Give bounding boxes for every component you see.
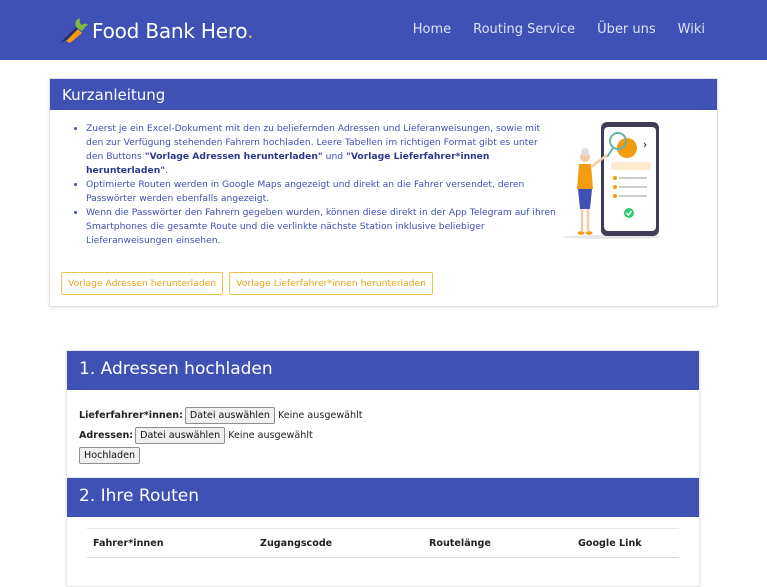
brand[interactable]: Food Bank Hero.	[58, 15, 254, 47]
addresses-label: Adressen:	[79, 430, 134, 441]
upload-title: 1. Adressen hochladen	[67, 351, 699, 390]
phone-search-illustration	[563, 122, 663, 239]
routes-table-header-row: Fahrer*innen Zugangscode Routelänge Goog…	[87, 528, 679, 558]
nav-link-routing-service[interactable]: Routing Service	[473, 22, 575, 37]
guide-item: Optimierte Routen werden in Google Maps …	[86, 178, 556, 206]
drivers-file-status: Keine ausgewählt	[277, 410, 363, 421]
column-header-route-length: Routelänge	[423, 528, 572, 558]
download-addresses-template-button[interactable]: Vorlage Adressen herunterladen	[61, 272, 224, 295]
nav-link-about[interactable]: Über uns	[597, 22, 656, 37]
routes-table: Fahrer*innen Zugangscode Routelänge Goog…	[87, 528, 679, 558]
upload-button[interactable]: Hochladen	[79, 447, 141, 464]
guide-item: Wenn die Passwörter den Fahrern gegeben …	[86, 206, 556, 248]
nav-link-home[interactable]: Home	[413, 22, 451, 37]
nav-links: Home Routing Service Über uns Wiki	[391, 22, 705, 37]
nav-link-wiki[interactable]: Wiki	[678, 22, 705, 37]
guide-list: Zuerst je ein Excel-Dokument mit den zu …	[72, 122, 556, 248]
drivers-label: Lieferfahrer*innen:	[79, 410, 183, 421]
addresses-file-row: Adressen: Datei auswählen Keine ausgewäh…	[79, 427, 313, 444]
upload-card: 1. Adressen hochladen Lieferfahrer*innen…	[66, 350, 700, 478]
addresses-file-status: Keine ausgewählt	[228, 430, 313, 441]
column-header-access-code: Zugangscode	[254, 528, 423, 558]
download-drivers-template-button[interactable]: Vorlage Lieferfahrer*innen herunterladen	[229, 272, 433, 295]
guide-title: Kurzanleitung	[50, 79, 717, 110]
column-header-google-link: Google Link	[572, 528, 679, 558]
addresses-file-button[interactable]: Datei auswählen	[135, 427, 226, 444]
routes-card: 2. Ihre Routen Fahrer*innen Zugangscode …	[66, 477, 700, 587]
template-buttons: Vorlage Adressen herunterladen Vorlage L…	[61, 272, 433, 295]
drivers-file-row: Lieferfahrer*innen: Datei auswählen Kein…	[79, 407, 363, 424]
guide-card: Kurzanleitung Zuerst je ein Excel-Dokume…	[49, 78, 718, 307]
drivers-file-button[interactable]: Datei auswählen	[184, 407, 275, 424]
carrot-icon	[60, 18, 88, 43]
brand-name: Food Bank Hero.	[92, 19, 254, 43]
column-header-drivers: Fahrer*innen	[87, 528, 254, 558]
guide-item: Zuerst je ein Excel-Dokument mit den zu …	[86, 122, 556, 178]
routes-title: 2. Ihre Routen	[67, 478, 699, 517]
navbar: Food Bank Hero. Home Routing Service Übe…	[0, 0, 767, 60]
